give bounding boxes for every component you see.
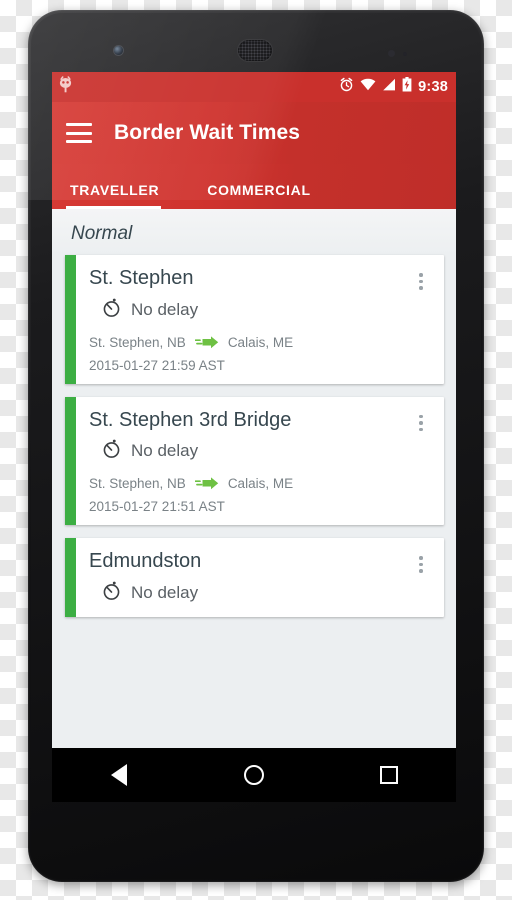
page-title: Border Wait Times [114, 121, 301, 144]
delay-status: No delay [131, 299, 199, 319]
green-arrow-icon [194, 477, 219, 490]
route-destination: Calais, ME [227, 334, 294, 350]
front-camera-icon [114, 46, 123, 55]
battery-charging-icon [402, 77, 412, 97]
home-nav-icon[interactable] [226, 748, 282, 802]
updated-timestamp: 2015-01-27 21:51 AST [89, 499, 225, 514]
crossing-title: St. Stephen 3rd Bridge [89, 408, 292, 431]
android-robot-notification-icon [58, 76, 73, 98]
section-header-normal: Normal [52, 209, 456, 255]
more-vertical-icon[interactable] [412, 409, 430, 431]
tab-commercial[interactable]: COMMERCIAL [205, 182, 328, 209]
route-destination: Calais, ME [227, 476, 294, 491]
crossing-title: Edmundston [89, 550, 202, 572]
status-accent-bar [65, 538, 76, 617]
phone-screen: 9:38 Border Wait Times TRAVELLER COMMERC… [52, 72, 456, 802]
delay-status: No delay [131, 582, 199, 602]
list-item[interactable]: Edmundston No delay [65, 538, 444, 617]
phone-device-frame: 9:38 Border Wait Times TRAVELLER COMMERC… [28, 10, 484, 882]
recents-nav-icon[interactable] [361, 748, 417, 802]
delay-status: No delay [131, 441, 199, 460]
light-sensor-icon [403, 52, 407, 56]
tab-traveller[interactable]: TRAVELLER [65, 182, 177, 209]
android-navigation-bar [52, 748, 456, 802]
list-item[interactable]: St. Stephen 3rd Bridge No delay St. Step… [65, 396, 444, 525]
status-bar: 9:38 [52, 72, 456, 102]
updated-timestamp: 2015-01-27 21:59 AST [89, 357, 225, 373]
status-accent-bar [65, 396, 76, 525]
crossing-title: St. Stephen [89, 267, 194, 289]
green-arrow-icon [194, 335, 219, 349]
list-item[interactable]: St. Stephen No delay St. Stephen, NB Cal… [65, 255, 444, 384]
wifi-icon [360, 78, 376, 96]
alarm-icon [339, 77, 354, 97]
stopwatch-icon [101, 297, 122, 323]
cellular-signal-icon [382, 78, 396, 96]
proximity-sensor-icon [388, 50, 395, 57]
route-origin: St. Stephen, NB [89, 334, 186, 350]
hamburger-menu-icon[interactable] [66, 123, 92, 143]
back-nav-icon[interactable] [91, 748, 147, 802]
stopwatch-icon [101, 438, 122, 464]
app-bar: Border Wait Times [52, 102, 456, 164]
more-vertical-icon[interactable] [412, 550, 430, 573]
more-vertical-icon[interactable] [412, 267, 430, 290]
status-bar-clock: 9:38 [418, 79, 448, 95]
border-crossing-list[interactable]: Normal St. Stephen No delay St. Stephen,… [52, 209, 456, 748]
route-origin: St. Stephen, NB [89, 476, 186, 491]
tab-bar: TRAVELLER COMMERCIAL [52, 164, 456, 209]
status-accent-bar [65, 255, 76, 384]
stopwatch-icon [101, 580, 122, 606]
earpiece-speaker-icon [238, 40, 272, 61]
